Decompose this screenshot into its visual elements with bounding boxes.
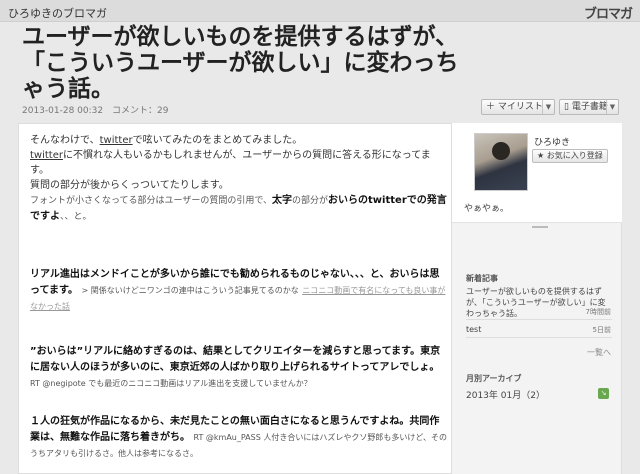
- archive-title: 月別アーカイブ: [466, 374, 522, 383]
- twitter-link[interactable]: twitter: [100, 135, 133, 146]
- book-icon: ▯: [564, 102, 569, 112]
- intro-text: で呟いてみたのをまとめてみました。: [132, 135, 303, 146]
- rss-icon[interactable]: ↘: [598, 388, 609, 399]
- divider: [466, 337, 612, 338]
- divider: [466, 319, 612, 320]
- intro-text: に不慣れな人もいるかもしれませんが、ユーザーからの質問に答える形になってます。: [30, 150, 431, 176]
- note-paragraph: フォントが小さくなってる部分はユーザーの質問の引用で、太字の部分がおいらのtwi…: [30, 193, 448, 225]
- article-body: そんなわけで、twitterで呟いてみたのをまとめてみました。 twitterに…: [18, 123, 452, 474]
- blog-name[interactable]: ひろゆきのブロマガ: [8, 5, 107, 21]
- collapse-handle-icon[interactable]: [532, 226, 548, 230]
- note-bold: 太字: [272, 195, 293, 206]
- article-meta: 2013-01-28 00:32 コメント：29: [22, 103, 174, 116]
- recent-post-time: 5日前: [592, 326, 611, 334]
- tweet-text: ”おいらは”リアルに絡めすぎるのは、結果としてクリエイターを減らすと思ってます。…: [30, 346, 441, 373]
- view-all-link[interactable]: 一覧へ: [587, 347, 611, 358]
- intro-paragraph: そんなわけで、twitterで呟いてみたのをまとめてみました。 twitterに…: [30, 133, 448, 193]
- tweet-block-1: リアル進出はメンドイことが多いから誰にでも勧められるものじゃない、、、と、おいら…: [30, 267, 448, 315]
- sidebar: ひろゆき ★ お気に入り登録 やぁやぁ。 新着記事 ユーザーが欲しいものを提供す…: [452, 123, 622, 474]
- note-text: フォントが小さくなってる部分はユーザーの質問の引用で、: [30, 196, 273, 206]
- recent-post-time: 7時間前: [585, 308, 611, 316]
- quote-text: RT @negipote でも最近のニコニコ動画はリアル進出を支援していませんか…: [30, 379, 312, 388]
- chevron-down-icon[interactable]: ▼: [606, 100, 618, 114]
- profile-name[interactable]: ひろゆき: [534, 135, 570, 148]
- quote-text: > 関係ないけどニワンゴの連中はこういう記事見てるのかな: [81, 286, 299, 295]
- comment-count-link[interactable]: コメント：29: [112, 106, 168, 116]
- profile-box: ひろゆき ★ お気に入り登録 やぁやぁ。: [452, 123, 622, 223]
- star-icon: ★: [537, 151, 545, 160]
- tweet-block-2: ”おいらは”リアルに絡めすぎるのは、結果としてクリエイターを減らすと思ってます。…: [30, 344, 448, 392]
- ebook-label: 電子書籍: [571, 102, 608, 112]
- note-text: 、、と。: [60, 212, 92, 222]
- favorite-button[interactable]: ★ お気に入り登録: [532, 149, 608, 163]
- plus-icon: ＋: [486, 102, 496, 112]
- mylist-label: マイリスト: [497, 102, 543, 112]
- note-text: の部分が: [292, 196, 329, 206]
- blog-header: ひろゆきのブロマガ ブロマガ: [0, 0, 640, 22]
- mylist-button[interactable]: ＋ マイリスト ▼: [481, 99, 555, 115]
- bromaga-logo[interactable]: ブロマガ: [584, 3, 633, 22]
- chevron-down-icon[interactable]: ▼: [542, 100, 554, 114]
- tweet-block-3: １人の狂気が作品になるから、未だ見たことの無い面白さになると思うんですよね。共同…: [30, 414, 448, 462]
- intro-text: そんなわけで、: [30, 135, 100, 146]
- avatar[interactable]: [474, 133, 528, 191]
- recent-post-link[interactable]: test: [466, 325, 481, 334]
- article-title: ユーザーが欲しいものを提供するはずが、 「こういうユーザーが欲しい」に変わっち …: [22, 24, 459, 102]
- article-date: 2013-01-28 00:32: [22, 106, 104, 116]
- favorite-label: お気に入り登録: [546, 151, 603, 160]
- ebook-button[interactable]: ▯ 電子書籍 ▼: [559, 99, 619, 115]
- profile-greeting: やぁやぁ。: [464, 204, 509, 214]
- archive-month-link[interactable]: 2013年 01月（2）: [466, 388, 545, 401]
- twitter-link[interactable]: twitter: [30, 150, 63, 161]
- intro-text: 質問の部分が後からくっついてたりします。: [30, 180, 229, 191]
- recent-posts-title: 新着記事: [466, 274, 498, 283]
